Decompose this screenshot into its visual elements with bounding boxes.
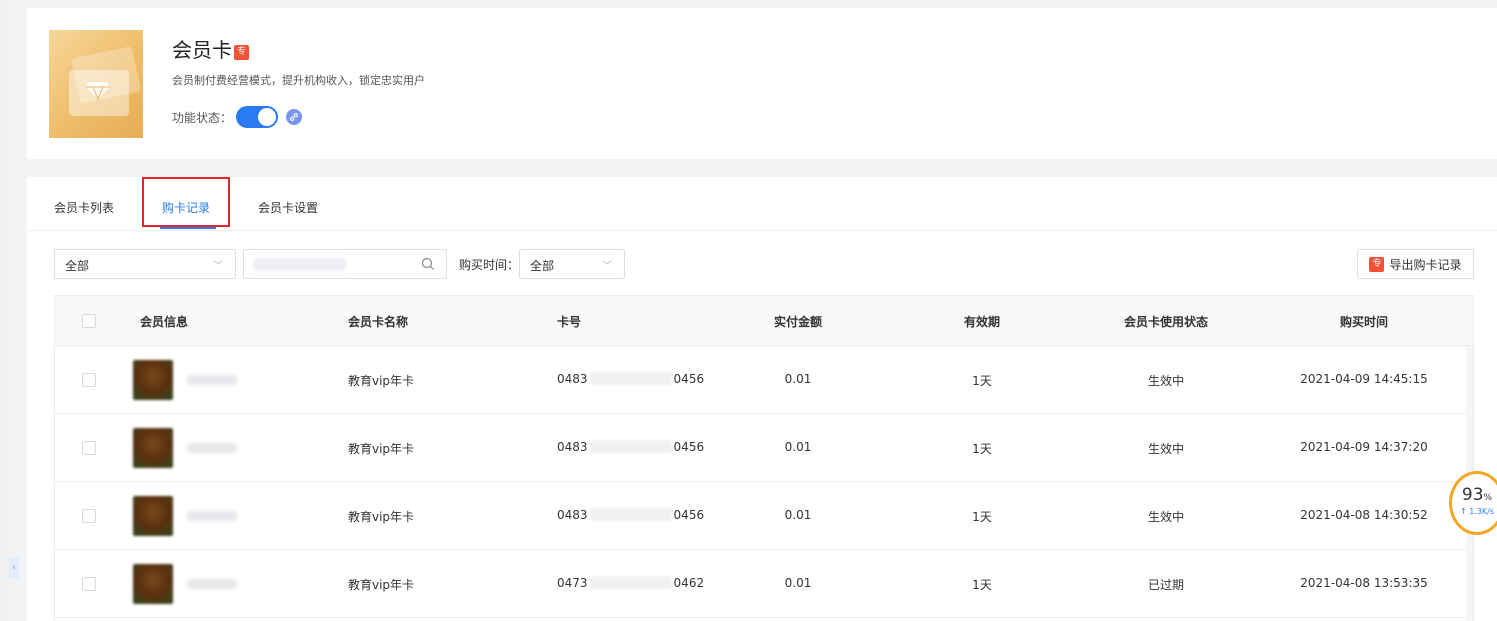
card-number: 0483 0456 (557, 372, 705, 386)
purchase-time: 2021-04-08 14:30:52 (1300, 508, 1428, 522)
usage-status: 已过期 (1147, 578, 1185, 592)
usage-status: 生效中 (1147, 442, 1185, 456)
col-card-name: 会员卡名称 (348, 315, 409, 329)
col-validity: 有效期 (963, 315, 1001, 329)
export-records-button[interactable]: 专 导出购卡记录 (1357, 249, 1474, 279)
member-name-redacted (187, 443, 237, 453)
feature-toggle[interactable] (236, 106, 279, 128)
amount: 0.01 (784, 508, 812, 522)
amount: 0.01 (784, 440, 812, 454)
validity: 1天 (972, 578, 992, 592)
card-name: 教育vip年卡 (348, 510, 415, 524)
row-checkbox[interactable] (82, 509, 96, 523)
card-number: 0473 0462 (557, 576, 705, 590)
table-row: 教育vip年卡 0473 0462 0.01 1天 已过期 2021-04-08 … (55, 550, 1473, 618)
avatar (133, 360, 173, 400)
pro-badge: 专 (1369, 256, 1385, 272)
table-row: 教育vip年卡 0483 0456 0.01 1天 生效中 2021-04-09 … (55, 414, 1473, 482)
purchase-time-label: 购买时间： (459, 258, 520, 272)
tab-card-settings[interactable]: 会员卡设置 (258, 199, 318, 216)
page-subtitle: 会员制付费经营模式，提升机构收入，锁定忠实用户 (172, 74, 425, 87)
avatar (133, 564, 173, 604)
col-card-number: 卡号 (557, 315, 582, 329)
select-all-checkbox[interactable] (82, 314, 96, 328)
amount: 0.01 (784, 372, 812, 386)
row-checkbox[interactable] (82, 373, 96, 387)
card-name: 教育vip年卡 (348, 374, 415, 388)
purchase-time-select[interactable]: 全部 ﹀ (519, 249, 625, 279)
page-title: 会员卡专 (172, 34, 249, 63)
tab-card-list[interactable]: 会员卡列表 (54, 199, 114, 216)
col-purchase-time: 购买时间 (1339, 315, 1389, 329)
tab-bar: 会员卡列表 购卡记录 会员卡设置 (27, 177, 1497, 231)
validity: 1天 (972, 510, 992, 524)
member-name-redacted (187, 375, 237, 385)
card-number: 0483 0456 (557, 508, 705, 522)
annotation-highlight-box (142, 177, 230, 227)
purchase-time: 2021-04-09 14:37:20 (1300, 440, 1428, 454)
card-number: 0483 0456 (557, 440, 705, 454)
amount: 0.01 (784, 576, 812, 590)
row-checkbox[interactable] (82, 577, 96, 591)
diamond-icon (86, 82, 110, 100)
card-name: 教育vip年卡 (348, 578, 415, 592)
purchase-records-table: 会员信息 会员卡名称 卡号 实付金额 有效期 会员卡使用状态 购买时间 教育vi… (54, 295, 1474, 621)
usage-status: 生效中 (1147, 374, 1185, 388)
sidebar-collapsed (0, 0, 10, 621)
status-label: 功能状态： (172, 110, 233, 125)
expand-sidebar-icon[interactable]: ‹ (9, 557, 19, 579)
validity: 1天 (972, 374, 992, 388)
avatar (133, 496, 173, 536)
chevron-down-icon: ﹀ (602, 261, 612, 272)
usage-status: 生效中 (1147, 510, 1185, 524)
network-speed-widget[interactable]: 93% ↑ 1.3K/s (1449, 471, 1497, 535)
link-icon[interactable] (286, 109, 303, 125)
row-checkbox[interactable] (82, 441, 96, 455)
feature-status: 功能状态： (172, 106, 303, 128)
type-select[interactable]: 全部 ﹀ (54, 249, 236, 279)
search-input[interactable] (243, 249, 447, 279)
active-tab-indicator (160, 227, 216, 229)
table-row: 教育vip年卡 0483 0456 0.01 1天 生效中 2021-04-09 … (55, 346, 1473, 414)
col-amount: 实付金额 (773, 315, 823, 329)
card-name: 教育vip年卡 (348, 442, 415, 456)
table-header: 会员信息 会员卡名称 卡号 实付金额 有效期 会员卡使用状态 购买时间 (55, 296, 1473, 346)
purchase-time: 2021-04-09 14:45:15 (1300, 372, 1428, 386)
avatar (133, 428, 173, 468)
member-card-thumbnail (49, 30, 143, 138)
table-row: 教育vip年卡 0483 0456 0.01 1天 生效中 2021-04-08 … (55, 482, 1473, 550)
validity: 1天 (972, 442, 992, 456)
member-name-redacted (187, 579, 237, 589)
search-icon[interactable] (420, 256, 436, 272)
col-usage-status: 会员卡使用状态 (1123, 315, 1209, 329)
col-member-info: 会员信息 (140, 315, 189, 329)
feature-header-card: 会员卡专 会员制付费经营模式，提升机构收入，锁定忠实用户 功能状态： (27, 8, 1497, 159)
records-panel: 会员卡列表 购卡记录 会员卡设置 全部 ﹀ 购买时间： 全部 ﹀ 专 导出购卡记… (27, 177, 1497, 621)
pro-badge: 专 (234, 45, 249, 60)
chevron-down-icon: ﹀ (213, 261, 223, 272)
purchase-time: 2021-04-08 13:53:35 (1300, 576, 1428, 590)
member-name-redacted (187, 511, 237, 521)
